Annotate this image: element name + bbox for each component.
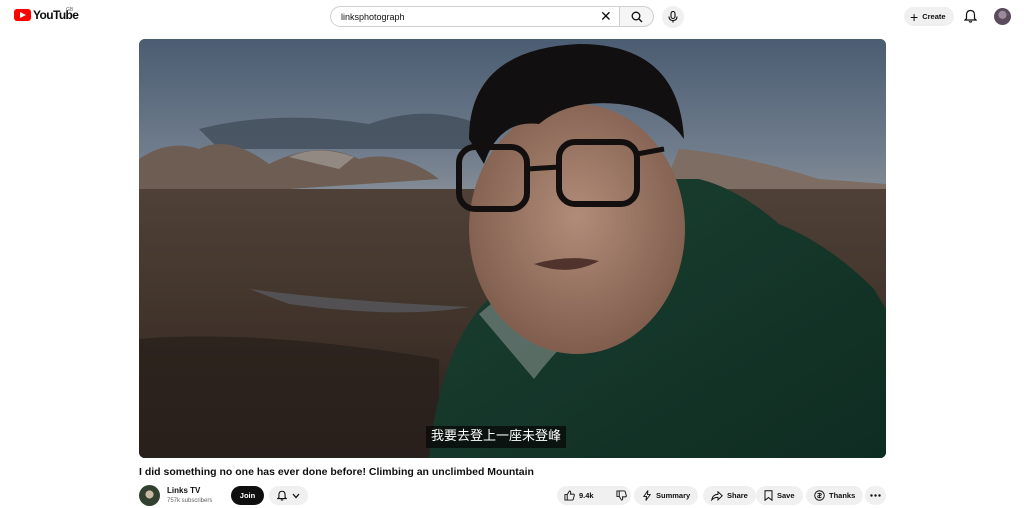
account-avatar[interactable] xyxy=(994,8,1011,25)
notifications-button[interactable] xyxy=(964,9,977,23)
like-dislike-group: 9.4k xyxy=(557,486,631,505)
channel-avatar[interactable] xyxy=(139,485,160,506)
plus-icon: + xyxy=(910,8,919,25)
subscriber-count: 757k subscribers xyxy=(167,498,213,504)
share-label: Share xyxy=(727,491,748,500)
more-horizontal-icon xyxy=(870,494,881,497)
thanks-icon xyxy=(814,490,825,501)
thumbs-down-icon xyxy=(616,490,627,501)
video-player[interactable] xyxy=(139,39,886,458)
share-button[interactable]: Share xyxy=(703,486,756,505)
summary-button[interactable]: Summary xyxy=(634,486,699,505)
create-label: Create xyxy=(922,12,946,21)
like-button[interactable]: 9.4k xyxy=(557,486,601,505)
bookmark-icon xyxy=(764,490,773,501)
video-title: I did something no one has ever done bef… xyxy=(139,466,534,478)
clear-search-icon[interactable]: ✕ xyxy=(600,7,612,25)
subscription-notifications-button[interactable] xyxy=(269,486,308,505)
create-button[interactable]: + Create xyxy=(904,7,954,26)
share-icon xyxy=(711,490,723,501)
save-label: Save xyxy=(777,491,795,500)
more-actions-button[interactable] xyxy=(865,486,886,505)
bell-icon xyxy=(964,9,977,23)
bell-icon xyxy=(277,490,287,501)
video-subtitle: 我要去登上一座未登峰 xyxy=(426,426,567,448)
join-button[interactable]: Join xyxy=(231,486,264,505)
search-query: linksphotograph xyxy=(341,11,405,22)
save-button[interactable]: Save xyxy=(756,486,803,505)
summary-label: Summary xyxy=(656,491,691,500)
region-code: GB xyxy=(66,7,74,13)
thanks-label: Thanks xyxy=(829,491,856,500)
youtube-logo-icon xyxy=(14,9,31,21)
search-input[interactable]: linksphotograph xyxy=(330,6,620,27)
search-icon xyxy=(631,11,642,22)
voice-search-button[interactable] xyxy=(662,6,684,28)
lightning-icon xyxy=(642,490,652,501)
top-bar: YouTube GB linksphotograph ✕ + Create xyxy=(0,0,1024,34)
dislike-button[interactable] xyxy=(609,486,634,505)
thumbs-up-icon xyxy=(564,490,575,501)
thanks-button[interactable]: Thanks xyxy=(806,486,864,505)
microphone-icon xyxy=(668,11,678,23)
channel-name[interactable]: Links TV xyxy=(167,486,200,495)
video-frame xyxy=(139,39,886,458)
like-count: 9.4k xyxy=(579,491,594,500)
search-button[interactable] xyxy=(620,6,654,27)
chevron-down-icon xyxy=(292,493,300,498)
